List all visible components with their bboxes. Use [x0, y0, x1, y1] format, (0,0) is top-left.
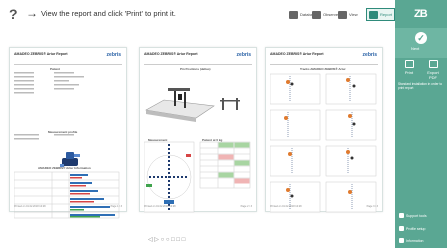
divider [270, 64, 378, 65]
page-title: AMADEO ZEBRIS® Artur Report [270, 52, 324, 56]
section-title: Patient at 0 kg [202, 138, 223, 142]
instruction-text: View the report and click 'Print' to pri… [41, 9, 176, 18]
page-2-content [144, 88, 251, 213]
export-pdf-button[interactable]: Export PDF [423, 60, 443, 80]
information-button[interactable]: Information [399, 238, 424, 243]
zebris-logo: zebris [236, 52, 251, 58]
info-icon [399, 238, 404, 243]
view-button[interactable]: View [338, 8, 358, 21]
profile-setup-button[interactable]: Profile setup [399, 226, 425, 231]
next-button[interactable]: ✓ [415, 32, 427, 44]
section-title: Measurement profile [48, 130, 78, 134]
divider [14, 64, 122, 65]
report-button[interactable]: Report [366, 8, 396, 21]
section-title: Patient [50, 67, 61, 71]
report-page-2: AMADEO ZEBRIS® Artur Report zebris Pin P… [139, 47, 257, 213]
section-title: AMADEO ZEBRIS® Artur Information [38, 166, 91, 170]
device-icon [62, 158, 78, 166]
page-3-content [270, 73, 377, 213]
top-toolbar: ? → View the report and click 'Print' to… [0, 0, 396, 28]
database-icon [289, 10, 298, 19]
help-button[interactable]: ? [9, 6, 18, 22]
report-icon [369, 10, 378, 19]
observe-button[interactable]: Observe [312, 8, 338, 21]
export-icon [428, 60, 438, 68]
zebris-logo: ZB [414, 8, 428, 20]
zebris-logo: zebris [106, 52, 121, 58]
report-preview-area[interactable]: AMADEO ZEBRIS® Artur Report zebris Patie… [0, 28, 395, 248]
support-tools-button[interactable]: Support tools [399, 213, 427, 218]
page-1-content [14, 72, 120, 219]
profile-icon [399, 226, 404, 231]
page-title: AMADEO ZEBRIS® Artur Report [14, 52, 68, 56]
page-footer: Printed on 01.02.2018 10:28 Page 3 / 3 [270, 205, 378, 208]
report-page-1: AMADEO ZEBRIS® Artur Report zebris Patie… [9, 47, 127, 219]
printer-icon [404, 60, 414, 68]
divider [144, 64, 252, 65]
page-footer: Printed on 01.02.2018 10:28 Page 2 / 3 [144, 205, 252, 208]
right-panel-header: ZB [395, 0, 447, 28]
right-panel: ZB ✓ Next Print Export PDF Standard inst… [395, 0, 447, 248]
zebris-logo: zebris [362, 52, 377, 58]
view-icon [338, 10, 347, 19]
next-label: Next [411, 46, 420, 51]
print-button[interactable]: Print [399, 60, 419, 75]
tools-icon [399, 213, 404, 218]
section-title: Tracks AMADEO ZEBRIS® Artur [300, 67, 346, 71]
page-footer: Printed on 01.02.2018 10:28 Page 1 / 3 [14, 205, 122, 208]
arrow-icon: → [26, 6, 38, 20]
section-title: Measurement [148, 138, 168, 142]
report-page-3: AMADEO ZEBRIS® Artur Report zebris Track… [265, 47, 383, 213]
page-title: AMADEO ZEBRIS® Artur Report [144, 52, 198, 56]
observe-icon [312, 10, 321, 19]
info-text: Standard installation in order to print … [398, 82, 443, 90]
page-navigation[interactable]: ◁ ▷ ○ ○ □ □ □ [148, 236, 185, 243]
section-title: Pin Positions (deltas) [180, 67, 211, 71]
